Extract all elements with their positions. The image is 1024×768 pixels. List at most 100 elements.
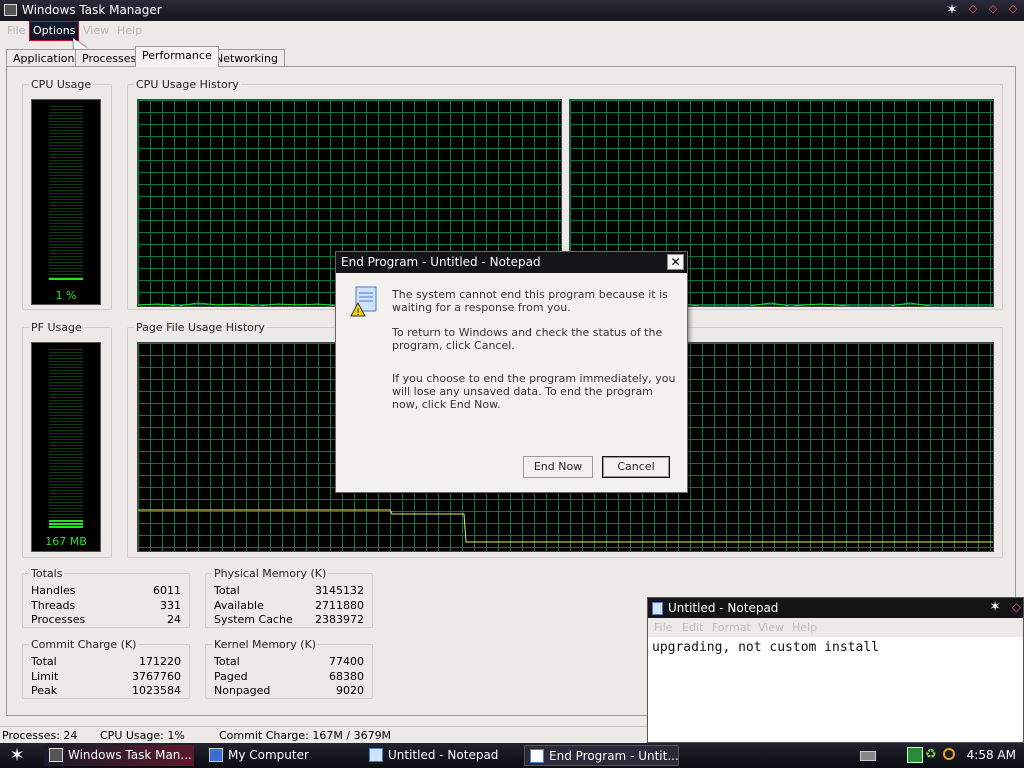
dialog-title: End Program - Untitled - Notepad: [336, 252, 687, 273]
notepad-icon: [652, 602, 663, 615]
stat-label: Nonpaged: [214, 684, 271, 697]
notepad-menu-edit[interactable]: Edit: [682, 621, 703, 634]
stat-value: 77400: [329, 655, 364, 668]
minimize-button[interactable]: ◇: [1012, 600, 1021, 614]
taskbar: ✶ Windows Task Man... My Computer Untitl…: [0, 743, 1024, 768]
menubar: File Options View Help: [0, 21, 1024, 41]
stat-value: 331: [160, 599, 181, 612]
tab-processes[interactable]: Processes: [75, 49, 144, 67]
stat-value: 1023584: [132, 684, 181, 697]
physical-memory-label: Physical Memory (K): [212, 567, 329, 580]
commit-charge-label: Commit Charge (K): [29, 638, 139, 651]
dialog-message-1: The system cannot end this program becau…: [392, 288, 668, 314]
tab-networking[interactable]: Networking: [208, 49, 285, 67]
status-processes: Processes: 24: [2, 729, 78, 742]
cpu-usage-meter: 1 %: [31, 99, 101, 305]
pf-usage-label: PF Usage: [29, 321, 84, 334]
taskbar-task-manager[interactable]: Windows Task Man...: [44, 745, 194, 766]
taskbar-notepad-label: Untitled - Notepad: [388, 748, 499, 762]
star-icon[interactable]: ✶: [989, 599, 1001, 615]
stat-label: Limit: [31, 670, 59, 683]
maximize-button[interactable]: ◇: [986, 2, 1000, 16]
search-icon[interactable]: [943, 748, 955, 760]
dialog-message-3: If you choose to end the program immedia…: [392, 372, 676, 411]
status-commit-charge: Commit Charge: 167M / 3679M: [219, 729, 392, 742]
pf-meter-bars: [49, 349, 83, 529]
stat-row-cc-limit: Limit 3767760: [31, 670, 181, 685]
notepad-warning-icon: !: [350, 286, 377, 317]
pf-history-label: Page File Usage History: [134, 321, 267, 334]
physical-memory-group: Physical Memory (K) Total 3145132 Availab…: [205, 567, 373, 628]
totals-label: Totals: [29, 567, 65, 580]
stat-row-cc-total: Total 171220: [31, 655, 181, 670]
taskbar-notepad[interactable]: Untitled - Notepad: [364, 745, 514, 766]
window-title: Windows Task Manager: [22, 3, 162, 17]
keyboard-icon[interactable]: [860, 751, 876, 761]
window-controls: ✶ ◇ ◇ ◇: [944, 2, 1020, 18]
taskbar-end-program[interactable]: End Program - Untit...: [524, 745, 679, 766]
stat-label: System Cache: [214, 613, 293, 626]
notepad-menubar: File Edit Format View Help: [648, 618, 1023, 637]
notepad-window: Untitled - Notepad ✶ ◇ File Edit Format …: [647, 597, 1024, 743]
stat-value: 3767760: [132, 670, 181, 683]
stat-row-cc-peak: Peak 1023584: [31, 684, 181, 699]
taskbar-my-computer[interactable]: My Computer: [204, 745, 354, 766]
svg-text:!: !: [356, 308, 360, 317]
stat-row-threads: Threads 331: [31, 599, 181, 614]
cpu-meter-fill: [49, 278, 83, 281]
menu-view[interactable]: View: [80, 22, 112, 40]
pf-meter-fill: [49, 520, 83, 529]
stat-label: Handles: [31, 584, 76, 597]
minimize-button[interactable]: ◇: [966, 2, 980, 16]
stat-value: 171220: [139, 655, 181, 668]
end-program-dialog: End Program - Untitled - Notepad ✕ ! The…: [335, 251, 688, 493]
notepad-text-area[interactable]: upgrading, not custom install: [652, 640, 879, 655]
stat-value: 9020: [336, 684, 364, 697]
stat-label: Total: [214, 584, 240, 597]
stat-label: Processes: [31, 613, 86, 626]
menu-options[interactable]: Options: [28, 21, 80, 41]
stat-value: 24: [167, 613, 181, 626]
task-manager-titlebar: Windows Task Manager ✶ ◇ ◇ ◇: [0, 0, 1024, 21]
stat-value: 68380: [329, 670, 364, 683]
window-icon: [530, 749, 544, 763]
cpu-usage-value: 1 %: [55, 289, 77, 302]
task-manager-icon: [49, 748, 63, 762]
start-button[interactable]: ✶: [4, 745, 30, 766]
notepad-menu-help[interactable]: Help: [792, 621, 817, 634]
cpu-usage-group: CPU Usage 1 %: [22, 78, 112, 310]
taskbar-clock: 4:58 AM: [966, 748, 1016, 762]
taskbar-end-program-label: End Program - Untit...: [549, 749, 679, 763]
stat-label: Threads: [31, 599, 76, 612]
stat-row-km-nonpaged: Nonpaged 9020: [214, 684, 364, 699]
notepad-titlebar: Untitled - Notepad ✶ ◇: [648, 598, 1023, 618]
end-now-button[interactable]: End Now: [523, 456, 593, 478]
stat-label: Peak: [31, 684, 58, 697]
menu-help[interactable]: Help: [114, 22, 145, 40]
notepad-menu-format[interactable]: Format: [712, 621, 751, 634]
stat-value: 2711880: [315, 599, 364, 612]
stat-label: Total: [31, 655, 57, 668]
stat-label: Available: [214, 599, 264, 612]
dialog-message-2: To return to Windows and check the statu…: [392, 326, 663, 352]
star-icon[interactable]: ✶: [944, 2, 960, 18]
recycle-icon[interactable]: ♻: [925, 747, 941, 763]
stat-row-pm-available: Available 2711880: [214, 599, 364, 614]
stat-row-handles: Handles 6011: [31, 584, 181, 599]
network-icon[interactable]: [907, 747, 923, 763]
totals-group: Totals Handles 6011 Threads 331 Processes 2…: [22, 567, 190, 628]
notepad-menu-file[interactable]: File: [654, 621, 672, 634]
tab-performance[interactable]: Performance: [135, 46, 219, 67]
stat-value: 3145132: [315, 584, 364, 597]
close-button[interactable]: ◇: [1006, 2, 1020, 16]
cpu-meter-bars: [49, 106, 83, 281]
cpu-usage-label: CPU Usage: [29, 78, 94, 91]
dialog-close-button[interactable]: ✕: [667, 254, 684, 270]
menu-file[interactable]: File: [4, 22, 28, 40]
notepad-menu-view[interactable]: View: [758, 621, 784, 634]
cancel-button[interactable]: Cancel: [602, 456, 670, 478]
stat-row-km-paged: Paged 68380: [214, 670, 364, 685]
pf-usage-group: PF Usage 167 MB: [22, 321, 112, 558]
stat-label: Total: [214, 655, 240, 668]
pf-usage-meter: 167 MB: [31, 342, 101, 552]
